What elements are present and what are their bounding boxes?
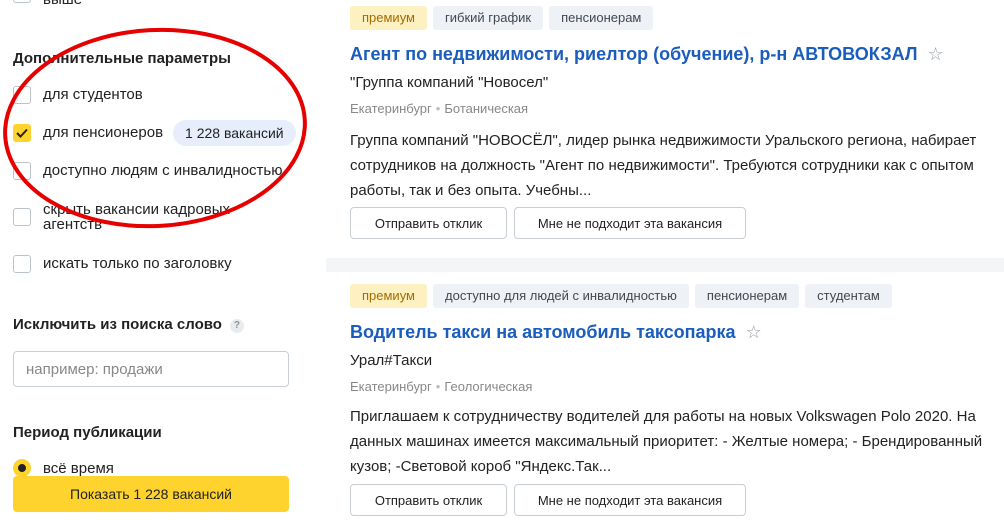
tag: студентам [805,284,892,308]
location: Екатеринбург • Геологическая [350,379,532,394]
vacancy-description: Приглашаем к сотрудничеству водителей дл… [350,408,983,475]
checkbox-label: для пенсионеров [43,124,164,141]
vacancy-description: Группа компаний "НОВОСЁЛ", лидер рынка н… [350,132,977,199]
metro-station: Ботаническая [444,101,529,116]
show-vacancies-button[interactable]: Показать 1 228 вакансий [13,476,289,512]
tag: гибкий график [433,6,544,30]
checkbox[interactable] [13,208,31,226]
period-option-all-time[interactable]: всё время [13,459,114,477]
checkbox-label: доступно людям с инвалидностью [43,162,283,179]
filter-disability[interactable]: доступно людям с инвалидностью [13,162,283,180]
tag-list: премиум доступно для людей с инвалидност… [350,284,892,308]
vacancy-title-row: Водитель такси на автомобиль таксопарка … [350,322,762,343]
vacancy-card: премиум доступно для людей с инвалидност… [326,272,1004,523]
vacancy-list: премиум гибкий график пенсионерам Агент … [326,0,1004,523]
city: Екатеринбург [350,379,432,394]
filters-sidebar: выше Дополнительные параметры для студен… [0,0,326,523]
extra-params-title: Дополнительные параметры [13,50,231,67]
separator-dot: • [435,379,441,394]
tag: пенсионерам [549,6,654,30]
filter-hide-agencies[interactable]: скрыть вакансии кадровых агентств [13,202,263,232]
vacancy-title-link[interactable]: Агент по недвижимости, риелтор (обучение… [350,44,917,65]
checkbox[interactable] [13,162,31,180]
not-suitable-button[interactable]: Мне не подходит эта вакансия [514,207,746,239]
separator-dot: • [435,101,441,116]
vacancy-title-row: Агент по недвижимости, риелтор (обучение… [350,44,944,65]
vacancy-title-link[interactable]: Водитель такси на автомобиль таксопарка [350,322,736,343]
filter-pensioners[interactable]: для пенсионеров 1 228 вакансий [13,120,296,146]
radio-label: всё время [43,459,114,477]
radio-selected[interactable] [13,459,31,477]
exclude-word-title: Исключить из поиска слово? [13,316,244,333]
checkbox-label: для студентов [43,86,143,103]
not-suitable-button[interactable]: Мне не подходит эта вакансия [514,484,746,516]
location: Екатеринбург • Ботаническая [350,101,528,116]
help-icon[interactable]: ? [229,318,244,333]
checkmark-icon [16,128,28,138]
tag-premium: премиум [350,284,427,308]
tag: пенсионерам [694,284,800,308]
star-icon[interactable]: ☆ [746,322,762,343]
checkbox-partial[interactable] [13,0,31,3]
apply-button[interactable]: Отправить отклик [350,207,507,239]
cut-label: выше [43,0,82,8]
star-icon[interactable]: ☆ [927,44,943,65]
exclude-word-label: Исключить из поиска слово [13,316,222,333]
period-title: Период публикации [13,424,162,441]
checkbox[interactable] [13,255,31,273]
filter-title-only[interactable]: искать только по заголовку [13,255,232,273]
city: Екатеринбург [350,101,432,116]
tag: доступно для людей с инвалидностью [433,284,689,308]
filter-students[interactable]: для студентов [13,86,143,104]
tag-list: премиум гибкий график пенсионерам [350,6,654,30]
exclude-word-input[interactable] [13,351,289,387]
apply-button[interactable]: Отправить отклик [350,484,507,516]
metro-station: Геологическая [444,379,533,394]
checkbox-label: скрыть вакансии кадровых агентств [43,201,231,233]
vacancy-count-badge: 1 228 вакансий [173,120,296,146]
company-name[interactable]: Урал#Такси [350,352,432,369]
tag-premium: премиум [350,6,427,30]
checkbox[interactable] [13,86,31,104]
checkbox-label: искать только по заголовку [43,255,232,272]
company-name[interactable]: "Группа компаний "Новосел" [350,74,548,91]
checkbox-checked[interactable] [13,124,31,142]
vacancy-card: премиум гибкий график пенсионерам Агент … [326,0,1004,258]
